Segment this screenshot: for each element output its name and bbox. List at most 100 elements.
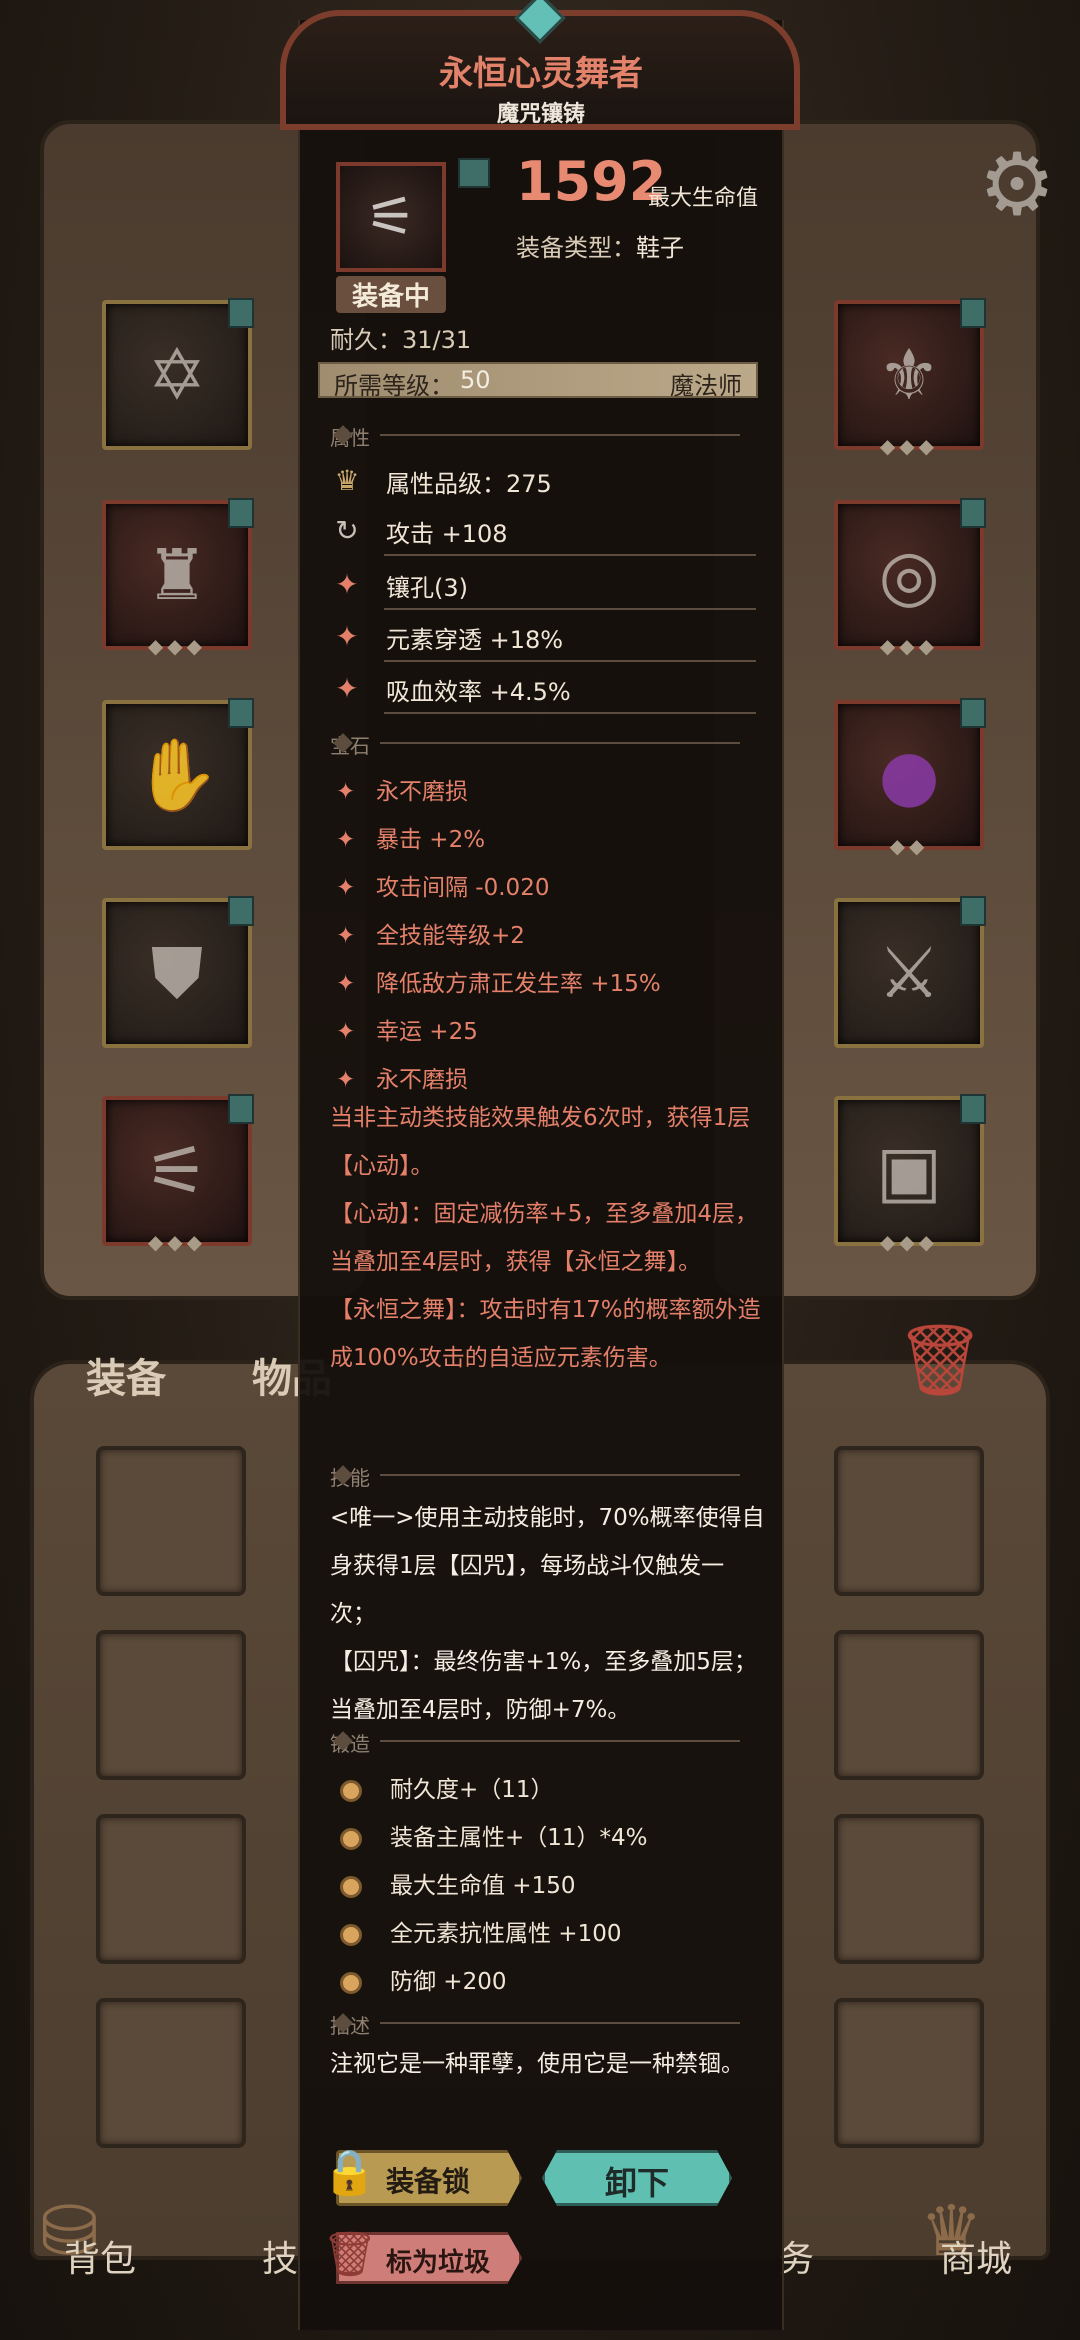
gem-star-icon: ✦ bbox=[336, 1067, 356, 1093]
bag-cell[interactable] bbox=[834, 1814, 984, 1964]
equip-slot-pendant[interactable]: ⚜ ◆◆◆ bbox=[834, 298, 986, 458]
equip-slot-pants[interactable]: ⛊ bbox=[102, 896, 254, 1048]
slot-tag bbox=[228, 298, 254, 328]
forge-text: 最大生命值 +150 bbox=[390, 1873, 576, 1899]
section-divider bbox=[380, 742, 740, 744]
bag-cell[interactable] bbox=[834, 1630, 984, 1780]
gem-row: ✦ 永不磨损 bbox=[336, 772, 468, 806]
nav-shop[interactable]: 商城 bbox=[940, 2230, 1012, 2282]
slot-tag bbox=[228, 1094, 254, 1124]
bag-cell[interactable] bbox=[96, 1630, 246, 1780]
gem-star-icon: ✦ bbox=[336, 779, 356, 805]
nav-skills[interactable]: 技 bbox=[262, 2230, 298, 2282]
gem-star-icon: ✦ bbox=[336, 875, 356, 901]
ring-icon: ◎ bbox=[878, 534, 940, 616]
bag-cell[interactable] bbox=[96, 1998, 246, 2148]
pants-icon: ⛊ bbox=[150, 931, 204, 1014]
blade-icon: ⚔ bbox=[877, 932, 941, 1014]
forge-text: 耐久度+（11） bbox=[390, 1777, 554, 1803]
forge-row: 最大生命值 +150 bbox=[340, 1866, 575, 1900]
armor-icon: ♜ bbox=[145, 534, 209, 616]
unequip-label[interactable]: 卸下 bbox=[542, 2158, 732, 2204]
attribute-bar bbox=[384, 712, 756, 714]
equip-slot-gloves[interactable]: ✋ bbox=[102, 698, 254, 850]
item-subtitle: 魔咒镶铸 bbox=[496, 102, 585, 127]
attribute-text: 属性品级：275 bbox=[386, 470, 552, 498]
pendant-icon: ⚜ bbox=[877, 334, 941, 416]
gem-text: 永不磨损 bbox=[376, 1067, 468, 1093]
gem-text: 攻击间隔 -0.020 bbox=[376, 875, 550, 901]
slot-tag bbox=[228, 698, 254, 728]
gear-icon[interactable]: ⚙ bbox=[972, 135, 1062, 235]
hp-label: 最大生命值 bbox=[648, 186, 759, 211]
durability: 耐久：31/31 bbox=[330, 320, 471, 355]
attack-icon: ↻ bbox=[335, 514, 359, 547]
equipment-type: 装备类型：鞋子 bbox=[516, 228, 684, 263]
section-divider bbox=[380, 1474, 740, 1476]
bag-cell[interactable] bbox=[834, 1446, 984, 1596]
gem-text: 永不磨损 bbox=[376, 779, 468, 805]
orb-icon: ● bbox=[878, 734, 940, 816]
gem-text: 全技能等级+2 bbox=[376, 923, 525, 949]
gem-star-icon: ✦ bbox=[336, 827, 356, 853]
skill-text: <唯一>使用主动技能时，70%概率使得自身获得1层【囚咒】，每场战斗仅触发一次；… bbox=[330, 1494, 766, 1734]
lock-icon: 🔒 bbox=[322, 2147, 377, 2198]
bag-cell[interactable] bbox=[96, 1814, 246, 1964]
gem-star-icon: ✦ bbox=[336, 1019, 356, 1045]
equip-slot-amulet[interactable]: ✡ bbox=[102, 298, 254, 450]
effect-line: 【永恒之舞】：攻击时有17%的概率额外造成100%攻击的自适应元素伤害。 bbox=[330, 1297, 761, 1371]
attribute-text: 镶孔(3) bbox=[386, 574, 468, 602]
slot-tag bbox=[960, 1094, 986, 1124]
equip-slot-book[interactable]: ▣ ◆◆◆ bbox=[834, 1094, 986, 1254]
forge-row: 耐久度+（11） bbox=[340, 1770, 554, 1804]
forge-dot-icon bbox=[340, 1923, 362, 1946]
gauntlet-icon: ✋ bbox=[133, 733, 221, 816]
trash-icon[interactable]: 🗑 bbox=[880, 1300, 1000, 1420]
attribute-text: 吸血效率 +4.5% bbox=[386, 678, 571, 706]
durability-label: 耐久： bbox=[330, 326, 402, 354]
slot-tag bbox=[228, 498, 254, 528]
attribute-bar bbox=[384, 608, 756, 610]
forge-dot-icon bbox=[340, 1779, 362, 1802]
bag-cell[interactable] bbox=[834, 1998, 984, 2148]
type-value: 鞋子 bbox=[636, 234, 684, 262]
section-divider bbox=[380, 2022, 740, 2024]
equip-slot-orb[interactable]: ● ◆◆ bbox=[834, 698, 986, 858]
element-icon: ✦ bbox=[335, 620, 359, 653]
attribute-text: 攻击 +108 bbox=[386, 520, 508, 548]
type-label: 装备类型： bbox=[516, 234, 636, 262]
attribute-grade-icon: ♛ bbox=[334, 464, 360, 497]
gem-text: 降低敌方肃正发生率 +15% bbox=[376, 971, 661, 997]
attribute-bar bbox=[384, 660, 756, 662]
mark-as-trash-label[interactable]: 标为垃圾 bbox=[386, 2242, 490, 2279]
forge-row: 防御 +200 bbox=[340, 1962, 506, 1996]
class-label: 魔法师 bbox=[670, 372, 742, 400]
equip-slot-armor[interactable]: ♜ ◆◆◆ bbox=[102, 498, 254, 658]
trash-bin-icon: 🗑 bbox=[322, 2229, 378, 2280]
forge-dot-icon bbox=[340, 1875, 362, 1898]
hp-value: 1592 bbox=[516, 150, 667, 213]
necklace-icon: ✡ bbox=[147, 334, 207, 416]
attribute-bar bbox=[384, 554, 756, 556]
section-divider bbox=[380, 1740, 740, 1742]
item-name: 永恒心灵舞者 bbox=[439, 54, 643, 94]
effect-line: 【心动】：固定减伤率+5，至多叠加4层，当叠加至4层时，获得【永恒之舞】。 bbox=[330, 1201, 759, 1275]
socket-icon: ✦ bbox=[335, 568, 359, 601]
slot-tag bbox=[960, 698, 986, 728]
equip-slot-weapon[interactable]: ⚔ bbox=[834, 896, 986, 1048]
equip-slot-boots[interactable]: ⚟ ◆◆◆ bbox=[102, 1094, 254, 1254]
bag-cell[interactable] bbox=[96, 1446, 246, 1596]
equipped-badge: 装备中 bbox=[336, 276, 446, 313]
forge-row: 全元素抗性属性 +100 bbox=[340, 1914, 621, 1948]
tab-equipment[interactable]: 装备 bbox=[86, 1346, 166, 1404]
boots-icon: ⚟ bbox=[336, 162, 446, 272]
tome-icon: ▣ bbox=[875, 1130, 943, 1212]
equip-slot-ring[interactable]: ◎ ◆◆◆ bbox=[834, 498, 986, 658]
gem-star-icon: ✦ bbox=[336, 923, 356, 949]
section-divider bbox=[380, 434, 740, 436]
gem-sockets: ◆◆◆ bbox=[879, 1230, 939, 1254]
nav-bag[interactable]: 背包 bbox=[64, 2230, 136, 2282]
gem-text: 暴击 +2% bbox=[376, 827, 486, 853]
equipment-lock-label[interactable]: 装备锁 bbox=[386, 2160, 470, 2200]
effect-line: 当非主动类技能效果触发6次时，获得1层【心动】。 bbox=[330, 1105, 751, 1179]
